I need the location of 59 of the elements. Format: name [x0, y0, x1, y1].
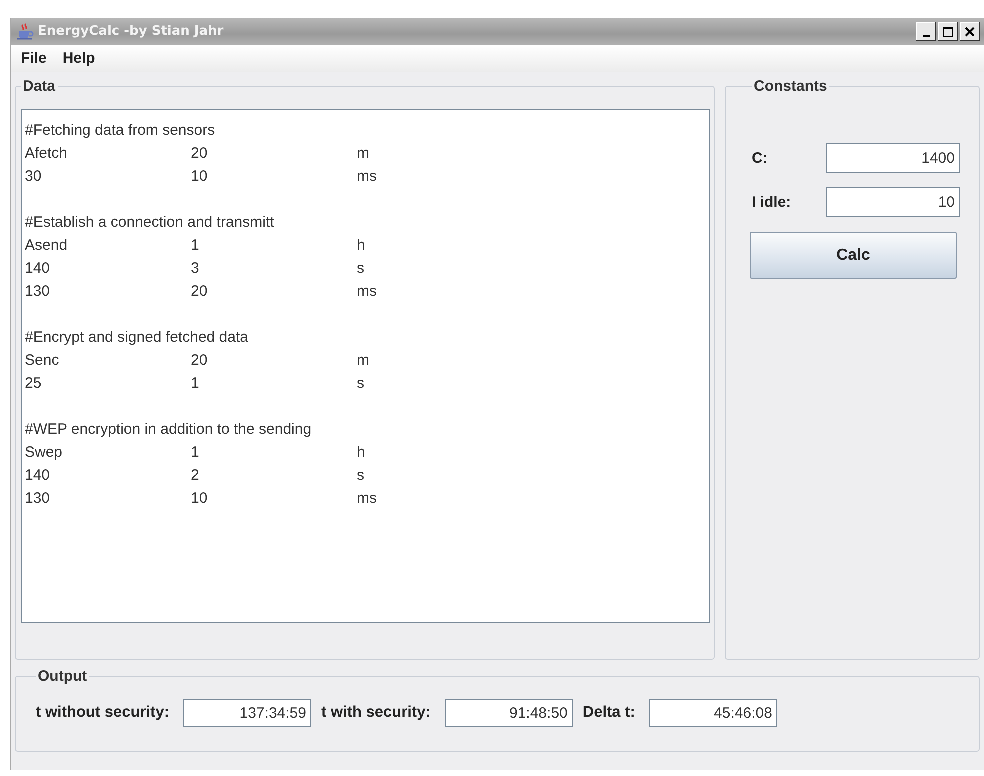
- data-value: 20: [191, 145, 208, 162]
- comment-line: #Encrypt and signed fetched data: [25, 328, 248, 348]
- panel-title: Data: [22, 78, 57, 95]
- data-value: 3: [191, 260, 200, 277]
- comment-line: #Fetching data from sensors: [25, 121, 216, 141]
- field-label: t without security:: [36, 704, 170, 722]
- data-value: m: [357, 352, 370, 369]
- data-value: s: [357, 260, 364, 277]
- data-value: 10: [191, 168, 208, 185]
- data-value: s: [357, 467, 364, 484]
- data-value: s: [357, 375, 364, 392]
- data-value: 2: [191, 467, 200, 484]
- panel-title: Output: [37, 668, 88, 685]
- data-value: Afetch: [25, 145, 68, 162]
- data-value: m: [357, 145, 370, 162]
- data-value: Senc: [25, 352, 60, 369]
- field-label: I idle:: [752, 194, 792, 210]
- data-value: 20: [191, 352, 208, 369]
- data-value: 1: [191, 375, 200, 392]
- data-value: Asend: [25, 237, 68, 254]
- data-value: 1: [191, 237, 200, 254]
- data-value: 20: [191, 283, 208, 300]
- calc-button[interactable]: Calc: [750, 232, 957, 279]
- output-field[interactable]: 91:48:50: [444, 699, 573, 727]
- maximize-button[interactable]: [938, 22, 958, 41]
- data-value: 25: [25, 375, 42, 392]
- field-label: t with security:: [321, 704, 431, 722]
- close-button[interactable]: [960, 22, 980, 41]
- data-value: 30: [25, 168, 42, 185]
- field-label: C:: [752, 150, 769, 166]
- input-field[interactable]: 1400: [826, 143, 960, 173]
- text-area[interactable]: [21, 109, 710, 623]
- field-label: Delta t:: [582, 704, 636, 722]
- data-value: ms: [357, 168, 377, 185]
- menu-item[interactable]: Help: [54, 48, 104, 69]
- minimize-button[interactable]: [916, 22, 936, 41]
- window-title: EnergyCalc -by Stian Jahr: [38, 24, 224, 39]
- close-icon: [965, 26, 975, 36]
- data-value: 140: [25, 467, 50, 484]
- data-value: 1: [191, 444, 200, 461]
- data-value: ms: [357, 283, 377, 300]
- cup-icon: [15, 22, 35, 40]
- data-value: 130: [25, 490, 50, 507]
- output-field[interactable]: 45:46:08: [649, 699, 778, 727]
- data-value: 130: [25, 283, 50, 300]
- maximize-icon: [943, 26, 953, 36]
- data-value: h: [357, 444, 366, 461]
- comment-line: #WEP encryption in addition to the sending: [25, 420, 312, 440]
- panel-title: Constants: [753, 78, 828, 95]
- data-value: 10: [191, 490, 208, 507]
- menu-item[interactable]: File: [13, 48, 55, 69]
- data-value: ms: [357, 490, 377, 507]
- output-field[interactable]: 137:34:59: [183, 699, 312, 727]
- minimize-icon: [922, 34, 930, 36]
- input-field[interactable]: 10: [826, 187, 960, 217]
- data-value: h: [357, 237, 366, 254]
- data-value: Swep: [25, 444, 63, 461]
- data-value: 140: [25, 260, 50, 277]
- comment-line: #Establish a connection and transmitt: [25, 213, 274, 233]
